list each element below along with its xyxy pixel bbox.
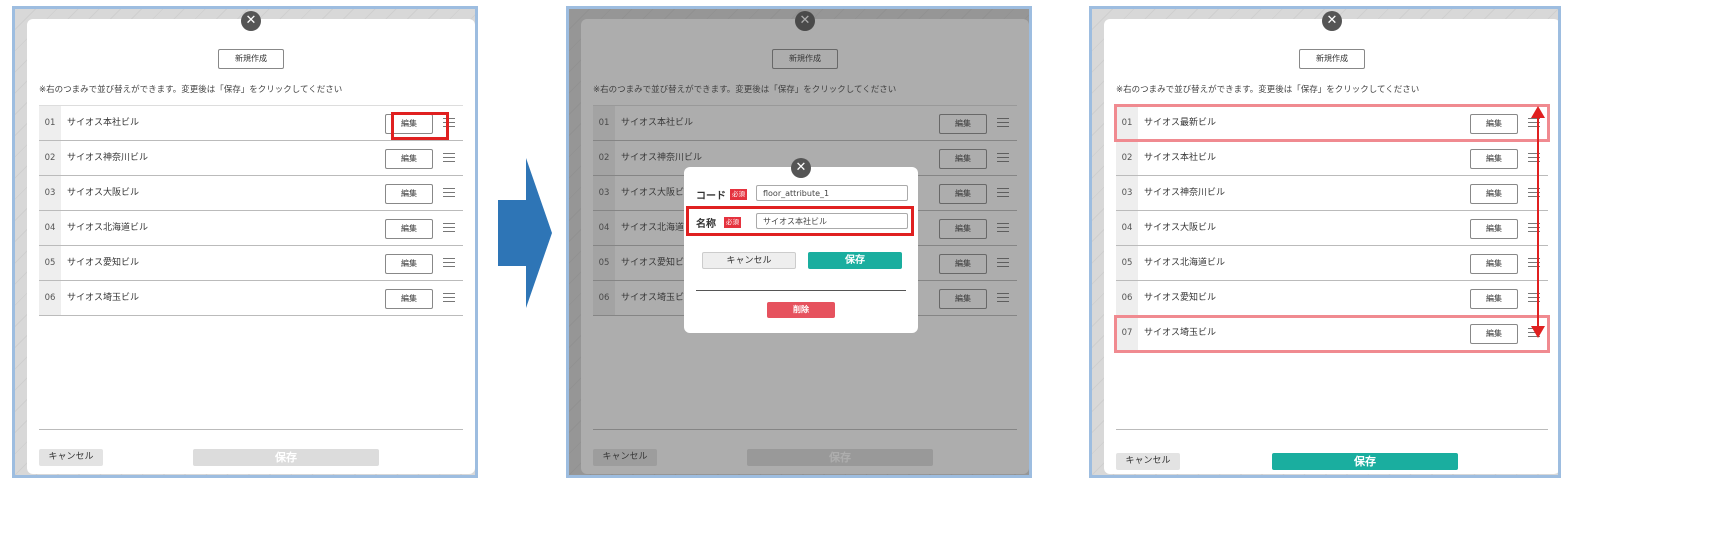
list-item: 02 サイオス本社ビル 編集 [1116, 141, 1548, 176]
row-name: サイオス北海道ビル [67, 223, 149, 233]
new-create-button[interactable]: 新規作成 [1299, 49, 1365, 69]
edit-button[interactable]: 編集 [385, 184, 433, 204]
row-number: 02 [39, 141, 61, 175]
reorder-arrow-icon [1531, 106, 1545, 338]
save-button-disabled[interactable]: 保存 [193, 449, 379, 466]
step1-panel: ✕ 新規作成 ※右のつまみで並び替えができます。変更後は「保存」をクリックしてく… [12, 6, 478, 478]
flow-arrow-icon [498, 158, 552, 308]
dialog-divider [696, 290, 906, 291]
step2-panel: ✕ 新規作成 ※右のつまみで並び替えができます。変更後は「保存」をクリックしてく… [566, 6, 1032, 478]
edit-button[interactable]: 編集 [1470, 289, 1518, 309]
sort-modal: ✕ 新規作成 ※右のつまみで並び替えができます。変更後は「保存」をクリックしてく… [1104, 11, 1558, 474]
row-name: サイオス大阪ビル [1144, 223, 1217, 233]
edit-dialog: ✕ コード 必須 floor_attribute_1 名称 必須 サイオス本社ビ… [684, 158, 918, 333]
new-create-button[interactable]: 新規作成 [218, 49, 284, 69]
row-07-highlight [1114, 315, 1550, 353]
edit-button[interactable]: 編集 [385, 289, 433, 309]
list-item: 04 サイオス大阪ビル 編集 [1116, 211, 1548, 246]
list-item: 03 サイオス大阪ビル 編集 [39, 176, 463, 211]
row-name: サイオス神奈川ビル [67, 153, 149, 163]
list-divider [1116, 429, 1548, 430]
drag-handle-icon[interactable] [443, 223, 455, 233]
edit-button[interactable]: 編集 [1470, 254, 1518, 274]
row-name: サイオス北海道ビル [1144, 258, 1226, 268]
edit-button[interactable]: 編集 [385, 254, 433, 274]
row-name: サイオス埼玉ビル [67, 293, 140, 303]
row-name: サイオス大阪ビル [67, 188, 140, 198]
row-number: 01 [39, 106, 61, 140]
cancel-button[interactable]: キャンセル [1116, 453, 1180, 470]
row-number: 04 [1116, 211, 1138, 245]
drag-handle-icon[interactable] [443, 293, 455, 303]
row-number: 04 [39, 211, 61, 245]
edit-button[interactable]: 編集 [1470, 149, 1518, 169]
row-name: サイオス愛知ビル [67, 258, 140, 268]
row-number: 06 [39, 281, 61, 315]
row-number: 02 [1116, 141, 1138, 175]
drag-handle-icon[interactable] [443, 258, 455, 268]
close-icon[interactable]: ✕ [1322, 11, 1342, 31]
code-label: コード [696, 191, 726, 202]
edit-button[interactable]: 編集 [1470, 184, 1518, 204]
row-number: 03 [1116, 176, 1138, 210]
row-number: 03 [39, 176, 61, 210]
row-name: サイオス本社ビル [67, 118, 140, 128]
row-name: サイオス神奈川ビル [1144, 188, 1226, 198]
list-item: 02 サイオス神奈川ビル 編集 [39, 141, 463, 176]
row-01-highlight [1114, 104, 1550, 142]
list-item: 03 サイオス神奈川ビル 編集 [1116, 176, 1548, 211]
save-button[interactable]: 保存 [1272, 453, 1458, 470]
drag-handle-icon[interactable] [443, 188, 455, 198]
list-item: 04 サイオス北海道ビル 編集 [39, 211, 463, 246]
sort-modal: ✕ 新規作成 ※右のつまみで並び替えができます。変更後は「保存」をクリックしてく… [27, 11, 475, 474]
drag-handle-icon[interactable] [443, 153, 455, 163]
edit-button[interactable]: 編集 [1470, 219, 1518, 239]
sort-hint-text: ※右のつまみで並び替えができます。変更後は「保存」をクリックしてください [1116, 85, 1420, 95]
row-name: サイオス本社ビル [1144, 153, 1217, 163]
row-number: 05 [1116, 246, 1138, 280]
code-input[interactable]: floor_attribute_1 [756, 185, 908, 201]
list-item: 06 サイオス愛知ビル 編集 [1116, 281, 1548, 316]
list-item: 05 サイオス北海道ビル 編集 [1116, 246, 1548, 281]
dialog-save-button[interactable]: 保存 [808, 252, 902, 269]
dialog-cancel-button[interactable]: キャンセル [702, 252, 796, 269]
name-field-highlight [686, 206, 914, 236]
list-item: 05 サイオス愛知ビル 編集 [39, 246, 463, 281]
edit-button-highlight [391, 112, 449, 140]
delete-button[interactable]: 削除 [767, 302, 835, 318]
required-badge: 必須 [730, 189, 747, 200]
edit-button[interactable]: 編集 [385, 149, 433, 169]
row-number: 05 [39, 246, 61, 280]
sort-hint-text: ※右のつまみで並び替えができます。変更後は「保存」をクリックしてください [39, 85, 343, 95]
row-number: 06 [1116, 281, 1138, 315]
close-icon[interactable]: ✕ [241, 11, 261, 31]
dialog-close-icon[interactable]: ✕ [791, 158, 811, 178]
row-name: サイオス愛知ビル [1144, 293, 1217, 303]
cancel-button[interactable]: キャンセル [39, 449, 103, 466]
list-item: 06 サイオス埼玉ビル 編集 [39, 281, 463, 316]
step3-panel: ✕ 新規作成 ※右のつまみで並び替えができます。変更後は「保存」をクリックしてく… [1089, 6, 1561, 478]
list-divider [39, 429, 463, 430]
edit-button[interactable]: 編集 [385, 219, 433, 239]
